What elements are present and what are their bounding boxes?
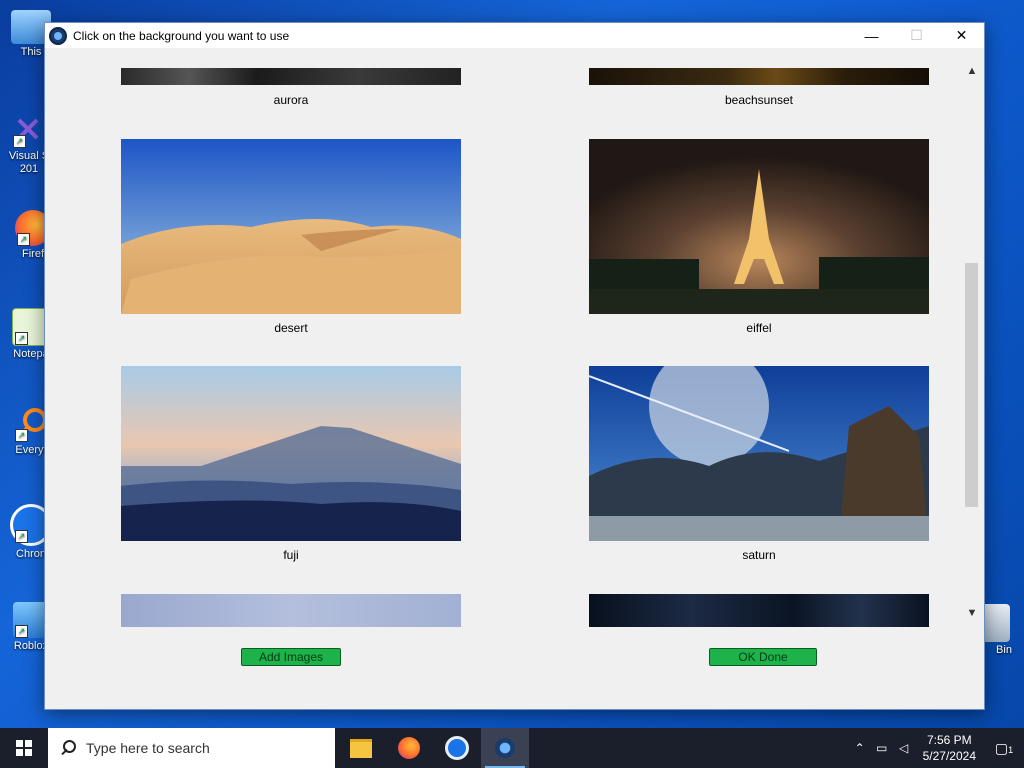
image-label: fuji xyxy=(283,548,299,562)
taskbar-search-box[interactable]: Type here to search xyxy=(48,728,335,768)
firefox-taskbar-button[interactable] xyxy=(385,728,433,768)
title-bar[interactable]: Click on the background you want to use … xyxy=(45,23,984,48)
search-placeholder: Type here to search xyxy=(86,740,210,756)
window-title: Click on the background you want to use xyxy=(73,28,290,43)
system-tray: ⌃ ▭ ◁ 7:56 PM 5/27/2024 ▢1 xyxy=(849,728,1024,768)
image-label: aurora xyxy=(273,93,309,107)
start-button[interactable] xyxy=(0,728,48,768)
network-icon[interactable]: ▭ xyxy=(871,741,893,755)
minimize-button[interactable]: — xyxy=(849,23,894,48)
maximize-button[interactable]: ☐ xyxy=(894,23,939,48)
thumbnail-partial-right[interactable] xyxy=(589,594,929,627)
image-label: saturn xyxy=(742,548,776,562)
thumbnail-partial-left[interactable] xyxy=(121,594,461,627)
thumbnail-aurora[interactable] xyxy=(121,68,461,85)
app-icon xyxy=(49,26,67,45)
image-label: beachsunset xyxy=(724,93,794,107)
scroll-down-button[interactable]: ▼ xyxy=(962,607,982,623)
notification-icon: ▢ xyxy=(994,739,1009,756)
ok-done-button[interactable]: OK Done xyxy=(709,648,817,666)
folder-icon xyxy=(350,738,372,758)
thumbnail-saturn[interactable] xyxy=(589,366,929,541)
volume-muted-icon[interactable]: ◁ xyxy=(893,741,915,755)
notification-count: 1 xyxy=(1008,744,1014,755)
add-images-button[interactable]: Add Images xyxy=(241,648,341,666)
visual-studio-icon: ↗ xyxy=(11,112,47,148)
background-picker-taskbar-button[interactable] xyxy=(481,728,529,768)
background-picker-window: Click on the background you want to use … xyxy=(44,22,985,710)
app-icon xyxy=(495,738,515,758)
taskbar: Type here to search ⌃ ▭ ◁ 7:56 PM 5/27/2… xyxy=(0,728,1024,768)
thumbnail-desert[interactable] xyxy=(121,139,461,314)
chrome-icon xyxy=(445,736,469,760)
vertical-scrollbar[interactable]: ▲ ▼ xyxy=(962,65,982,625)
windows-logo-icon xyxy=(16,740,32,756)
notification-center-button[interactable]: ▢1 xyxy=(984,740,1024,757)
clock-time: 7:56 PM xyxy=(926,733,972,747)
chevron-up-icon[interactable]: ⌃ xyxy=(849,741,871,755)
clock-date: 5/27/2024 xyxy=(922,749,976,763)
close-button[interactable]: ✕ xyxy=(939,23,984,48)
scroll-thumb[interactable] xyxy=(965,263,978,507)
thumbnail-eiffel[interactable] xyxy=(589,139,929,314)
image-gallery: aurora beachsunset desert eiffel fuji sa… xyxy=(45,48,965,708)
search-icon xyxy=(60,740,76,756)
file-explorer-taskbar-button[interactable] xyxy=(337,728,385,768)
image-label: eiffel xyxy=(746,321,772,335)
scroll-up-button[interactable]: ▲ xyxy=(962,65,982,81)
thumbnail-fuji[interactable] xyxy=(121,366,461,541)
image-label: desert xyxy=(274,321,308,335)
firefox-icon xyxy=(398,737,420,759)
clock[interactable]: 7:56 PM 5/27/2024 xyxy=(915,732,984,764)
thumbnail-beachsunset[interactable] xyxy=(589,68,929,85)
chrome-taskbar-button[interactable] xyxy=(433,728,481,768)
